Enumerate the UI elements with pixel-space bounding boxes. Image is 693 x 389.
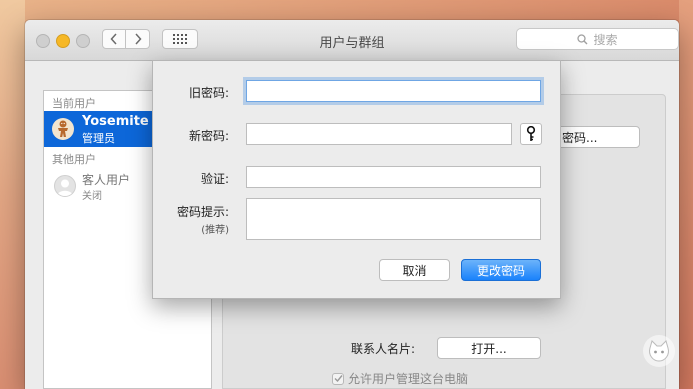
change-password-dialog: 旧密码: 新密码: 验证: 密码提示: (推荐) 取消 更改密码 xyxy=(152,60,561,299)
current-user-role: 管理员 xyxy=(82,132,115,145)
desktop-background-left xyxy=(0,0,25,389)
avatar xyxy=(52,118,74,140)
open-contact-button[interactable]: 打开... xyxy=(437,337,541,359)
old-password-field[interactable] xyxy=(246,80,541,102)
search-placeholder: 搜索 xyxy=(593,32,618,47)
new-password-field[interactable] xyxy=(246,123,512,145)
change-password-button-label: 密码... xyxy=(562,130,598,145)
open-contact-button-label: 打开... xyxy=(471,341,507,356)
titlebar: 用户与群组 搜索 xyxy=(25,20,679,61)
watermark-logo xyxy=(643,335,675,367)
cancel-button[interactable]: 取消 xyxy=(379,259,450,281)
old-password-label: 旧密码: xyxy=(188,86,229,100)
password-hint-field[interactable] xyxy=(246,198,541,240)
guest-user-status: 关闭 xyxy=(82,191,102,202)
password-hint-label: 密码提示: xyxy=(176,205,229,219)
allow-admin-checkbox[interactable] xyxy=(332,372,344,385)
gingerbread-avatar-icon xyxy=(58,120,68,137)
guest-avatar xyxy=(54,175,76,197)
cancel-button-label: 取消 xyxy=(402,263,427,278)
contact-card-label: 联系人名片: xyxy=(351,342,416,356)
verify-password-field[interactable] xyxy=(246,166,541,188)
password-assistant-button[interactable] xyxy=(520,123,542,145)
other-users-header: 其他用户 xyxy=(52,153,96,166)
change-password-confirm-button[interactable]: 更改密码 xyxy=(461,259,541,281)
verify-label: 验证: xyxy=(200,172,229,186)
guest-user-name: 客人用户 xyxy=(82,173,131,187)
password-hint-recommended-label: (推荐) xyxy=(201,225,229,236)
current-users-header: 当前用户 xyxy=(52,97,96,110)
desktop-background-right xyxy=(679,0,693,389)
allow-admin-label: 允许用户管理这台电脑 xyxy=(348,372,469,386)
person-icon xyxy=(57,179,73,196)
key-icon xyxy=(526,126,536,141)
search-input[interactable]: 搜索 xyxy=(516,28,679,50)
new-password-label: 新密码: xyxy=(188,129,229,143)
cat-face-icon xyxy=(649,340,669,362)
search-icon xyxy=(577,33,588,44)
change-password-confirm-label: 更改密码 xyxy=(476,263,525,278)
allow-admin-row[interactable]: 允许用户管理这台电脑 xyxy=(332,370,468,387)
checkmark-icon xyxy=(334,375,343,383)
